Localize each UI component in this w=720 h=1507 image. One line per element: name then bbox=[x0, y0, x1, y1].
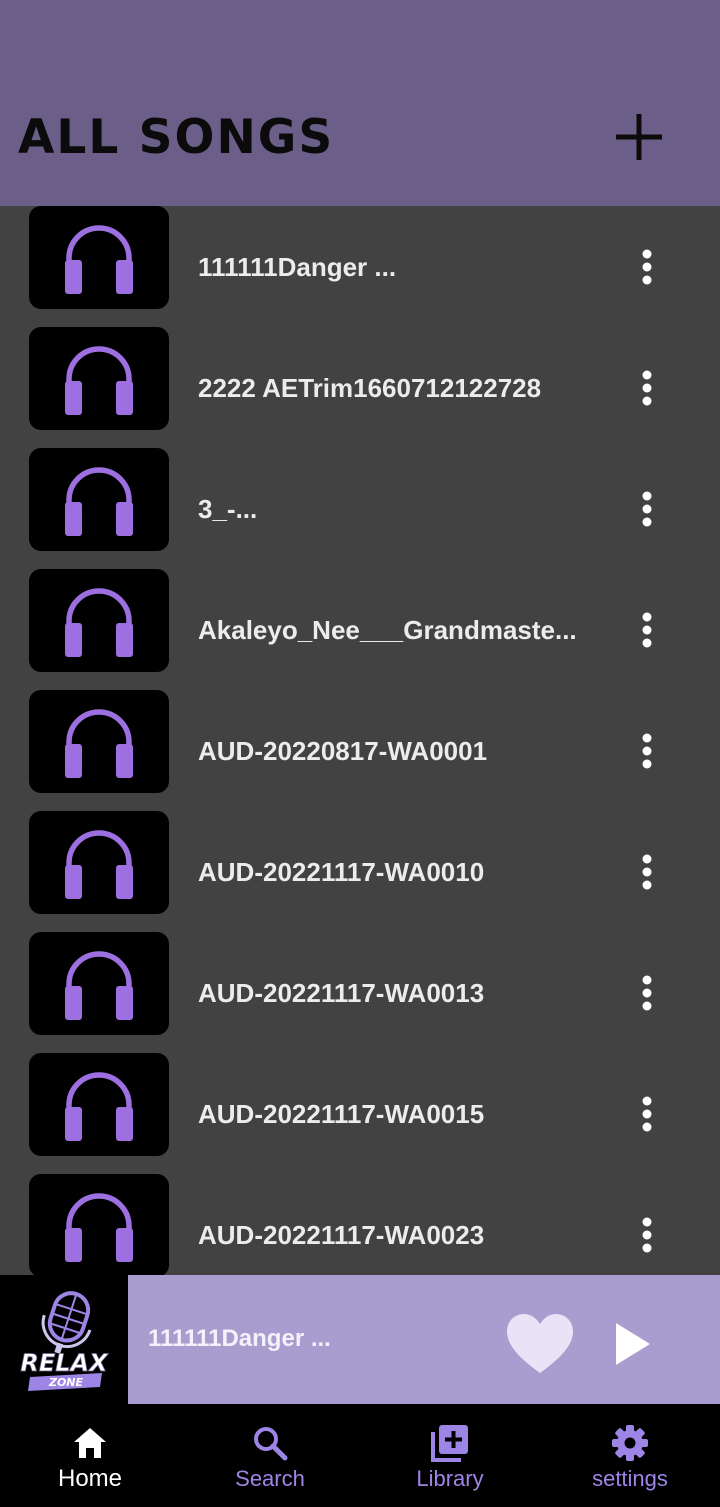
song-title: 2222 AETrim1660712122728 bbox=[198, 372, 542, 403]
mini-player[interactable]: RELAX ZONE 111111Danger ... bbox=[0, 1275, 720, 1404]
song-list-item[interactable]: AUD-20221117-WA0013 bbox=[0, 932, 720, 1053]
song-list-item[interactable]: 2222 AETrim1660712122728 bbox=[0, 327, 720, 448]
nav-item-search[interactable]: Search bbox=[180, 1404, 360, 1507]
song-title: AUD-20221117-WA0015 bbox=[198, 1098, 485, 1129]
bottom-navigation: Home Search Library settings bbox=[0, 1404, 720, 1507]
add-song-button[interactable] bbox=[606, 104, 672, 170]
song-thumbnail bbox=[29, 327, 169, 430]
more-vertical-icon bbox=[642, 612, 652, 647]
song-title: AUD-20220817-WA0001 bbox=[198, 735, 488, 766]
headphones-icon bbox=[65, 829, 133, 899]
more-vertical-icon bbox=[642, 249, 652, 284]
headphones-icon bbox=[65, 1071, 133, 1141]
more-vertical-icon bbox=[642, 370, 652, 405]
headphones-icon bbox=[65, 224, 133, 294]
headphones-icon bbox=[65, 1192, 133, 1262]
song-list-item[interactable]: AUD-20221117-WA0023 bbox=[0, 1174, 720, 1275]
song-options-button[interactable] bbox=[626, 240, 668, 294]
logo-text: RELAX bbox=[20, 1349, 109, 1377]
song-thumbnail bbox=[29, 1174, 169, 1275]
more-vertical-icon bbox=[642, 1217, 652, 1252]
play-icon bbox=[616, 1323, 650, 1365]
song-list-item[interactable]: 3_-... bbox=[0, 448, 720, 569]
song-thumbnail bbox=[29, 690, 169, 793]
song-thumbnail bbox=[29, 811, 169, 914]
song-list-item[interactable]: Akaleyo_Nee___Grandmaste... bbox=[0, 569, 720, 690]
relax-zone-logo: RELAX ZONE bbox=[0, 1275, 128, 1404]
favorite-button[interactable] bbox=[505, 1313, 575, 1375]
song-thumbnail bbox=[29, 1053, 169, 1156]
nav-item-settings[interactable]: settings bbox=[540, 1404, 720, 1507]
more-vertical-icon bbox=[642, 854, 652, 889]
headphones-icon bbox=[65, 950, 133, 1020]
headphones-icon bbox=[65, 466, 133, 536]
more-vertical-icon bbox=[642, 975, 652, 1010]
headphones-icon bbox=[65, 708, 133, 778]
nav-item-library[interactable]: Library bbox=[360, 1404, 540, 1507]
song-thumbnail bbox=[29, 569, 169, 672]
nav-label-library: Library bbox=[416, 1466, 484, 1491]
microphone-logo-icon: RELAX ZONE bbox=[20, 1290, 110, 1391]
home-icon bbox=[70, 1423, 110, 1463]
song-thumbnail bbox=[29, 448, 169, 551]
song-title: Akaleyo_Nee___Grandmaste... bbox=[198, 614, 577, 645]
song-options-button[interactable] bbox=[626, 966, 668, 1020]
now-playing-title: 111111Danger ... bbox=[148, 1325, 331, 1352]
play-button[interactable] bbox=[606, 1319, 656, 1369]
headphones-icon bbox=[65, 345, 133, 415]
gear-icon bbox=[610, 1423, 650, 1463]
song-thumbnail bbox=[29, 932, 169, 1035]
song-list[interactable]: 111111Danger ... 2222 AETrim166071212272… bbox=[0, 206, 720, 1275]
song-list-item[interactable]: AUD-20220817-WA0001 bbox=[0, 690, 720, 811]
headphones-icon bbox=[65, 587, 133, 657]
more-vertical-icon bbox=[642, 491, 652, 526]
song-thumbnail bbox=[29, 206, 169, 309]
more-vertical-icon bbox=[642, 733, 652, 768]
nav-item-home[interactable]: Home bbox=[0, 1404, 180, 1507]
plus-icon bbox=[616, 114, 662, 160]
song-options-button[interactable] bbox=[626, 1087, 668, 1141]
song-options-button[interactable] bbox=[626, 482, 668, 536]
nav-label-search: Search bbox=[235, 1466, 305, 1491]
song-options-button[interactable] bbox=[626, 603, 668, 657]
song-title: AUD-20221117-WA0010 bbox=[198, 856, 485, 887]
song-title: 111111Danger ... bbox=[198, 251, 397, 282]
song-title: 3_-... bbox=[198, 493, 258, 524]
song-options-button[interactable] bbox=[626, 724, 668, 778]
song-options-button[interactable] bbox=[626, 845, 668, 899]
song-options-button[interactable] bbox=[626, 361, 668, 415]
song-list-item[interactable]: AUD-20221117-WA0010 bbox=[0, 811, 720, 932]
app-bar: ALL SONGS bbox=[0, 0, 720, 206]
song-options-button[interactable] bbox=[626, 1208, 668, 1262]
song-title: AUD-20221117-WA0023 bbox=[198, 1219, 485, 1250]
search-icon bbox=[250, 1423, 290, 1463]
song-list-item[interactable]: AUD-20221117-WA0015 bbox=[0, 1053, 720, 1174]
song-title: AUD-20221117-WA0013 bbox=[198, 977, 485, 1008]
heart-icon bbox=[507, 1314, 573, 1373]
nav-label-settings: settings bbox=[592, 1466, 668, 1491]
nav-label-home: Home bbox=[57, 1465, 123, 1492]
song-list-item[interactable]: 111111Danger ... bbox=[0, 206, 720, 327]
library-add-icon bbox=[430, 1423, 470, 1463]
page-title: ALL SONGS bbox=[18, 110, 335, 165]
more-vertical-icon bbox=[642, 1096, 652, 1131]
logo-subtext: ZONE bbox=[48, 1376, 84, 1389]
